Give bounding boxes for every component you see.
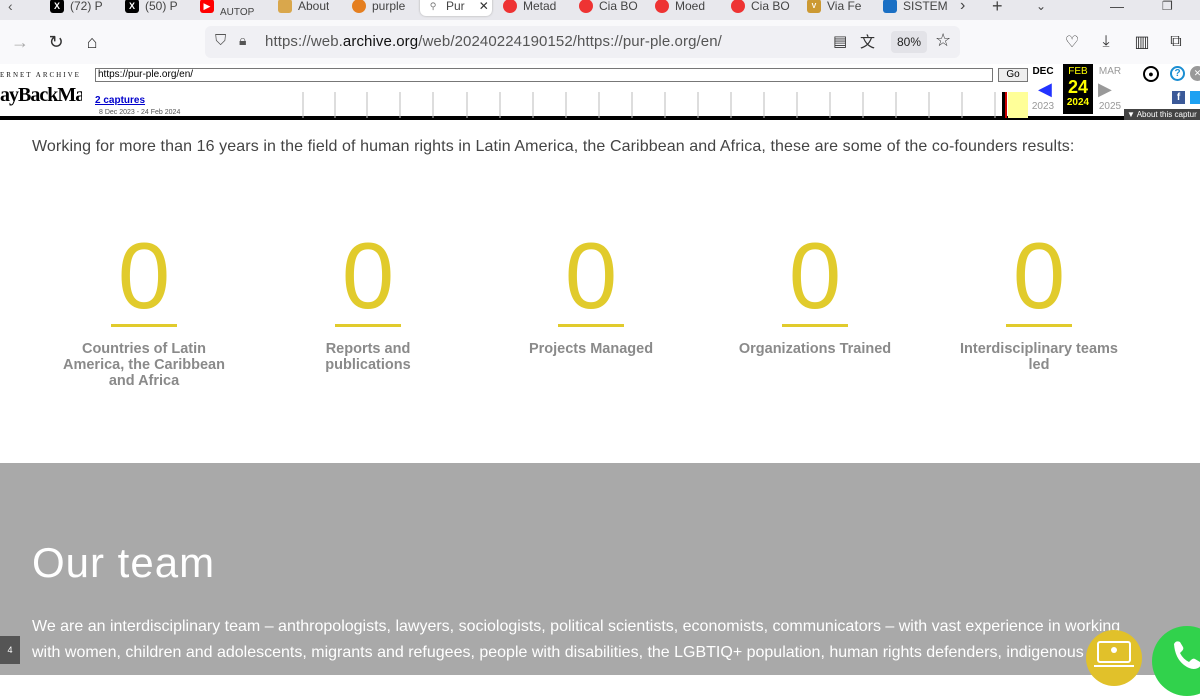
capture-range: 8 Dec 2023 - 24 Feb 2024 <box>99 109 181 116</box>
zoom-level[interactable]: 80% <box>891 31 927 53</box>
reader-view-icon[interactable]: ▤ <box>833 32 847 50</box>
team-title: Our team <box>32 539 216 586</box>
address-bar[interactable]: ⛉ 🔒︎ https://web.archive.org/web/2024022… <box>205 26 960 58</box>
prev-capture-arrow-icon[interactable]: ◀ <box>1038 79 1052 100</box>
shield-icon[interactable]: ⛉ <box>215 32 226 49</box>
stat-label: Reports and publications <box>325 341 411 373</box>
lock-icon[interactable]: 🔒︎ <box>239 32 246 49</box>
purple-icon: ⚲ <box>426 0 440 13</box>
about-capture-button[interactable]: ▼ About this captur <box>1124 109 1200 120</box>
help-icon[interactable]: ? <box>1170 66 1185 81</box>
x-icon: X <box>125 0 139 13</box>
tab-11[interactable]: SISTEM <box>883 0 948 16</box>
tab-list-icon[interactable]: ⌄ <box>1036 0 1046 16</box>
stat-value: 0 <box>117 223 171 328</box>
tab-8[interactable]: Moed <box>655 0 705 16</box>
home-icon[interactable]: ⌂ <box>78 28 106 56</box>
tab-strip: ‹ X (72) P X (50) P ▶ AUTOP About purple ⚲ P… <box>0 0 1200 20</box>
stat-label: Organizations Trained <box>738 341 892 357</box>
tab-10[interactable]: V Via Fe <box>807 0 861 16</box>
extensions-icon[interactable]: ⧉ <box>1162 28 1190 56</box>
wayback-url-input[interactable]: https://pur-ple.org/en/ <box>95 68 993 82</box>
url-text[interactable]: https://web.archive.org/web/202402241901… <box>265 33 722 50</box>
accessibility-button[interactable] <box>1086 630 1142 686</box>
tab-3[interactable]: About <box>278 0 329 16</box>
next-year[interactable]: 2025 <box>1095 101 1125 112</box>
minimize-icon[interactable]: — <box>1110 0 1124 16</box>
restore-icon[interactable]: ❐ <box>1162 0 1173 16</box>
stat-label: Projects Managed <box>528 341 654 357</box>
stat-value: 0 <box>564 223 618 328</box>
stat-countries: 0 Countries of Latin America, the Caribb… <box>54 223 234 390</box>
go-button[interactable]: Go <box>998 68 1028 82</box>
wayback-toolbar: ERNET ARCHIVE ayBackMachine https://pur-… <box>0 64 1200 120</box>
wayback-logo[interactable]: ayBackMachine <box>0 82 82 108</box>
captures-link[interactable]: 2 captures <box>95 95 145 106</box>
side-tab[interactable]: 4 <box>0 636 20 664</box>
stat-label: Countries of Latin America, the Caribbea… <box>63 341 225 389</box>
next-month[interactable]: MAR <box>1095 66 1125 77</box>
accessibility-icon <box>1094 641 1134 667</box>
stat-label: Interdisciplinary teams led <box>960 341 1118 373</box>
x-icon: X <box>50 0 64 13</box>
opera-icon <box>655 0 669 13</box>
tab-9[interactable]: Cia BO <box>731 0 790 16</box>
prev-month[interactable]: DEC <box>1028 66 1058 77</box>
intro-text: Working for more than 16 years in the fi… <box>32 138 1075 155</box>
stat-value: 0 <box>341 223 395 328</box>
tab-active[interactable]: ⚲ Pur ✕ <box>420 0 492 16</box>
reload-icon[interactable]: ↻ <box>42 28 70 56</box>
translate-icon[interactable]: 文 <box>860 31 875 52</box>
tab-6[interactable]: Metad <box>503 0 556 16</box>
bookmark-star-icon[interactable]: ☆ <box>935 30 951 51</box>
tab-scroll-right[interactable]: › <box>960 0 965 16</box>
opera-icon <box>731 0 745 13</box>
capture-sparkline[interactable] <box>190 92 1028 118</box>
sistem-icon <box>883 0 897 13</box>
stat-value: 0 <box>1012 223 1066 328</box>
stat-projects: 0 Projects Managed <box>501 223 681 358</box>
facebook-icon[interactable]: f <box>1172 91 1185 104</box>
forward-icon[interactable]: → <box>6 28 34 56</box>
twitter-icon[interactable] <box>1190 91 1200 104</box>
whatsapp-button[interactable] <box>1152 626 1200 696</box>
tab-0[interactable]: X (72) P <box>50 0 103 16</box>
navigation-bar: → ↻ ⌂ ⛉ 🔒︎ https://web.archive.org/web/2… <box>0 20 1200 64</box>
team-description: We are an interdisciplinary team – anthr… <box>32 618 1121 661</box>
stat-organizations: 0 Organizations Trained <box>725 223 905 358</box>
current-capture-date: FEB 24 2024 <box>1063 64 1093 114</box>
stat-reports: 0 Reports and publications <box>278 223 458 374</box>
stat-value: 0 <box>788 223 842 328</box>
caret-down-icon: ▼ <box>1127 110 1135 119</box>
tab-7[interactable]: Cia BO <box>579 0 638 16</box>
new-tab-icon[interactable]: + <box>992 0 1003 16</box>
cookie-icon <box>278 0 292 13</box>
youtube-icon: ▶ <box>200 0 214 13</box>
internet-archive-label: ERNET ARCHIVE <box>0 71 81 79</box>
opera-icon <box>503 0 517 13</box>
phone-icon <box>1174 641 1200 669</box>
prev-year[interactable]: 2023 <box>1028 101 1058 112</box>
team-section: Our team We are an interdisciplinary tea… <box>0 463 1200 675</box>
download-icon[interactable]: ⤓ <box>1092 28 1120 56</box>
via-icon: V <box>807 0 821 13</box>
sidebar-icon[interactable]: ▥ <box>1128 28 1156 56</box>
tab-1[interactable]: X (50) P <box>125 0 178 16</box>
close-toolbar-icon[interactable]: ✕ <box>1190 66 1200 81</box>
site-icon <box>352 0 366 13</box>
pocket-icon[interactable]: ♡ <box>1058 28 1086 56</box>
tab-scroll-left[interactable]: ‹ <box>8 0 13 16</box>
stat-teams: 0 Interdisciplinary teams led <box>949 223 1129 374</box>
next-capture-arrow-icon[interactable]: ▶ <box>1098 79 1112 100</box>
opera-icon <box>579 0 593 13</box>
tab-4[interactable]: purple <box>352 0 405 16</box>
tab-2[interactable]: ▶ AUTOP <box>200 0 254 16</box>
account-icon[interactable]: ● <box>1143 66 1159 82</box>
close-tab-icon[interactable]: ✕ <box>479 0 489 13</box>
